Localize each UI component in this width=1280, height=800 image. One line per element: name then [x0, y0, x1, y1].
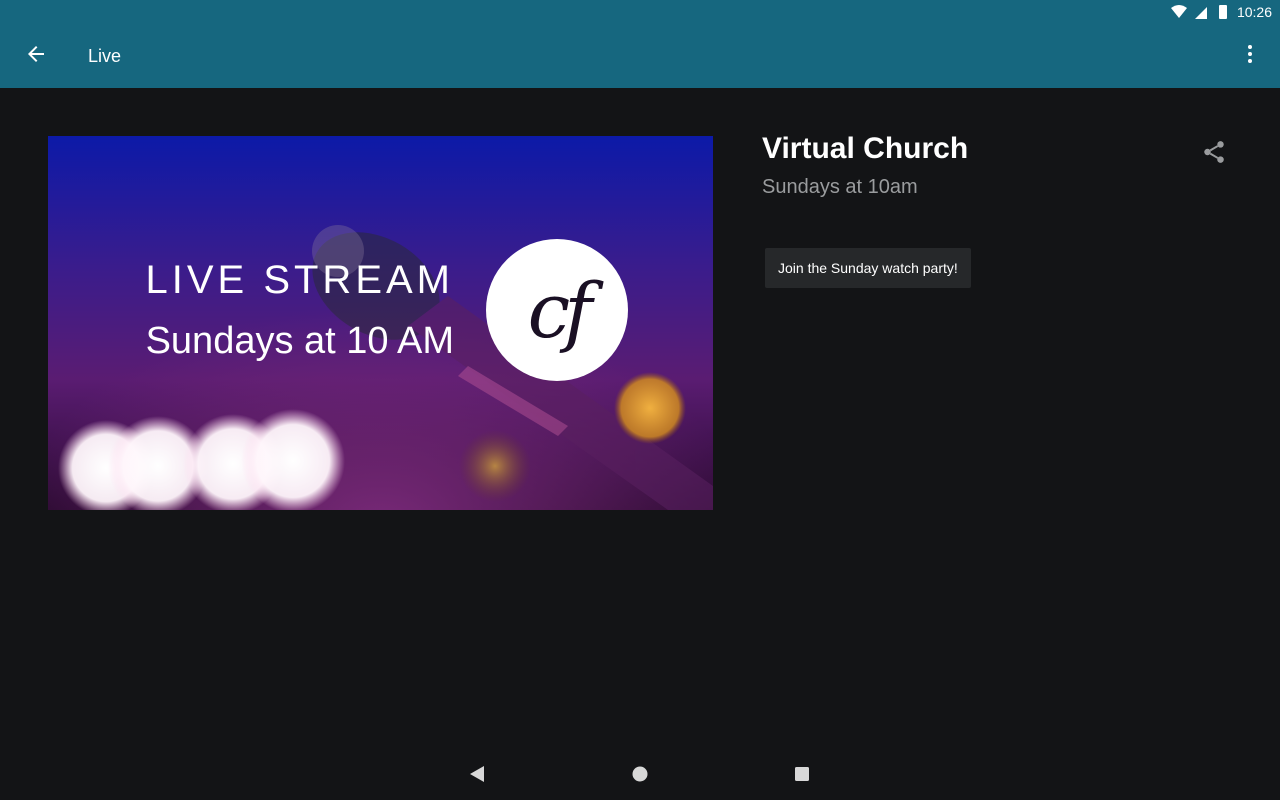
- system-nav-bar: [0, 752, 1280, 800]
- banner-subline: Sundays at 10 AM: [145, 320, 454, 362]
- share-button[interactable]: [1196, 136, 1232, 172]
- wifi-icon: [1170, 4, 1187, 20]
- watch-party-button[interactable]: Join the Sunday watch party!: [765, 248, 971, 288]
- live-stream-banner[interactable]: LIVE STREAM Sundays at 10 AM cf: [48, 136, 713, 510]
- overflow-menu-button[interactable]: [1226, 32, 1274, 80]
- logo-text: cf: [527, 265, 593, 355]
- recents-square-icon: [793, 765, 811, 788]
- nav-home-button[interactable]: [616, 752, 664, 800]
- nav-recents-button[interactable]: [778, 752, 826, 800]
- home-circle-icon: [631, 765, 649, 788]
- event-schedule: Sundays at 10am: [762, 176, 918, 198]
- banner-headline: LIVE STREAM: [145, 258, 454, 302]
- event-info: Virtual Church Sundays at 10am: [762, 132, 1232, 199]
- status-time: 10:26: [1236, 4, 1272, 20]
- watch-party-label: Join the Sunday watch party!: [778, 260, 958, 276]
- app-bar: Live: [0, 24, 1280, 88]
- more-vert-icon: [1238, 42, 1262, 71]
- event-title: Virtual Church: [762, 132, 969, 165]
- back-triangle-icon: [468, 765, 486, 788]
- nav-back-button[interactable]: [453, 752, 501, 800]
- arrow-back-icon: [24, 42, 48, 71]
- back-button[interactable]: [12, 32, 60, 80]
- signal-icon: [1193, 4, 1209, 20]
- share-icon: [1201, 139, 1227, 170]
- church-logo: cf: [486, 239, 628, 381]
- battery-icon: [1215, 4, 1231, 20]
- page-title: Live: [88, 45, 122, 66]
- status-bar: 10:26: [0, 0, 1280, 24]
